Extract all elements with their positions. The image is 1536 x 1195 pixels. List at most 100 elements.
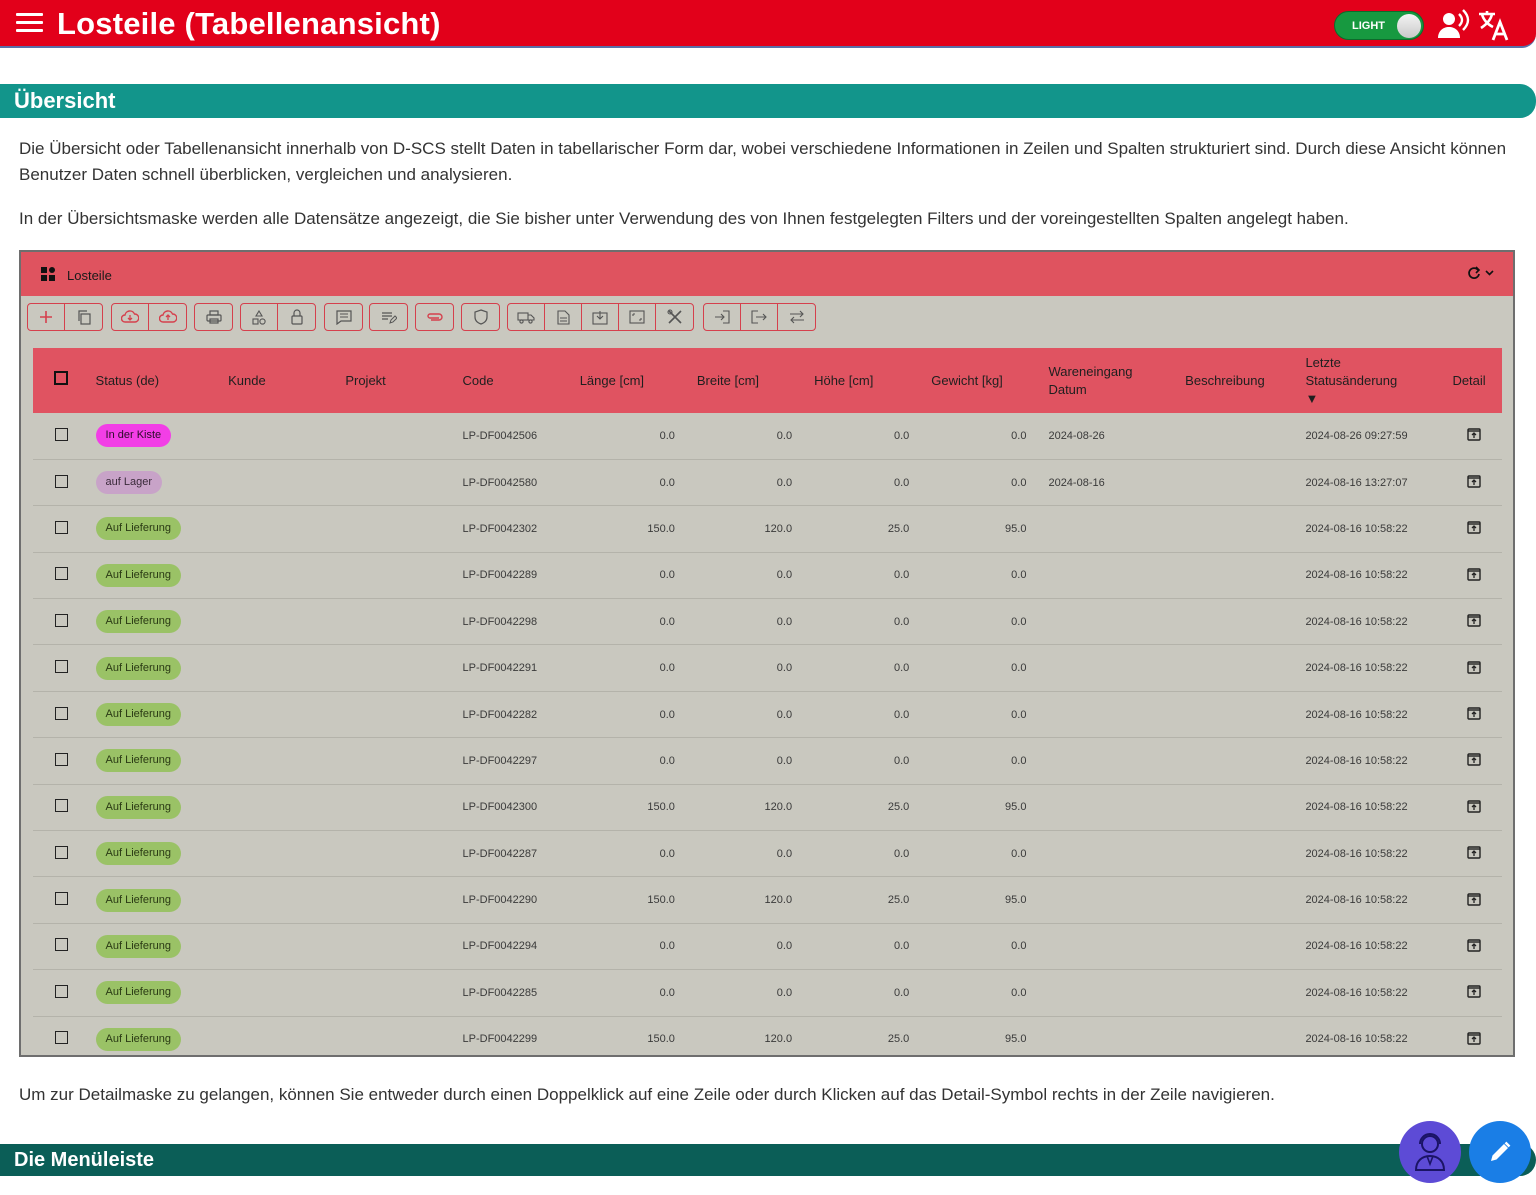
row-checkbox[interactable] [54, 845, 68, 859]
swap-icon [789, 310, 804, 324]
cell-projekt [339, 552, 457, 600]
table-row[interactable]: Auf Lieferung LP-DF0042287 0.0 0.0 0.0 0.0 202… [33, 830, 1502, 878]
column-header-breite[interactable]: Breite [cm] [691, 348, 808, 413]
row-checkbox[interactable] [54, 613, 68, 627]
truck-button[interactable] [508, 304, 545, 330]
open-detail-icon[interactable] [1467, 892, 1481, 906]
cell-code: LP-DF0042506 [456, 413, 574, 460]
row-checkbox[interactable] [54, 752, 68, 766]
voice-icon[interactable] [1437, 8, 1471, 42]
table-row[interactable]: Auf Lieferung LP-DF0042294 0.0 0.0 0.0 0.0 202… [33, 923, 1502, 971]
notes-button[interactable] [370, 304, 407, 330]
status-badge: Auf Lieferung [95, 749, 181, 773]
swap-button[interactable] [778, 304, 815, 330]
import-button[interactable] [582, 304, 619, 330]
table-row[interactable]: Auf Lieferung LP-DF0042302 150.0 120.0 25.0 9… [33, 505, 1502, 553]
comment-button[interactable] [325, 304, 362, 330]
open-detail-icon[interactable] [1467, 752, 1481, 767]
cell-hoehe: 25.0 [808, 784, 926, 832]
lock-button[interactable] [278, 304, 315, 330]
cell-beschreibung [1179, 1016, 1300, 1055]
table-row[interactable]: In der Kiste LP-DF0042506 0.0 0.0 0.0 0.0 2024… [33, 413, 1502, 460]
translate-icon[interactable] [1477, 8, 1511, 42]
cell-letzte-statusaenderung: 2024-08-16 10:58:22 [1299, 923, 1447, 971]
open-detail-icon[interactable] [1467, 1031, 1481, 1045]
shapes-button[interactable] [241, 304, 278, 330]
add-button[interactable] [28, 304, 65, 330]
column-header-code[interactable]: Code [457, 348, 574, 413]
column-header-beschreibung[interactable]: Beschreibung [1179, 348, 1299, 413]
print-button[interactable] [195, 304, 232, 330]
table-row[interactable]: Auf Lieferung LP-DF0042290 150.0 120.0 25.0 9… [33, 876, 1502, 924]
table-row[interactable]: Auf Lieferung LP-DF0042291 0.0 0.0 0.0 0.0 202… [33, 644, 1502, 692]
column-header-laenge[interactable]: Länge [cm] [574, 348, 691, 413]
open-detail-icon[interactable] [1467, 660, 1481, 674]
row-checkbox[interactable] [54, 567, 68, 581]
support-agent-button[interactable] [1399, 1121, 1461, 1183]
row-checkbox[interactable] [54, 474, 68, 488]
copy-button[interactable] [65, 304, 102, 330]
attach-button[interactable] [416, 304, 453, 330]
logout-button[interactable] [741, 304, 778, 330]
column-header-kunde[interactable]: Kunde [222, 348, 339, 413]
table-row[interactable]: Auf Lieferung LP-DF0042299 150.0 120.0 25.0 9… [33, 1016, 1502, 1055]
cell-code: LP-DF0042290 [456, 876, 574, 924]
open-detail-icon[interactable] [1467, 567, 1481, 581]
cell-breite: 0.0 [690, 459, 809, 507]
column-header-projekt[interactable]: Projekt [339, 348, 456, 413]
cell-laenge: 0.0 [573, 923, 691, 971]
column-header-status[interactable]: Status (de) [90, 348, 223, 413]
theme-toggle[interactable]: LIGHT [1334, 11, 1424, 40]
cell-wareneingang [1042, 691, 1180, 739]
cell-projekt [339, 923, 457, 971]
row-checkbox[interactable] [54, 892, 68, 906]
table-row[interactable]: Auf Lieferung LP-DF0042298 0.0 0.0 0.0 0.0 202… [33, 598, 1502, 646]
column-header-letzte-statusaenderung[interactable]: Letzte Statusänderung ▼ [1299, 348, 1446, 413]
cell-laenge: 0.0 [573, 691, 691, 739]
row-checkbox[interactable] [54, 427, 68, 441]
table-row[interactable]: Auf Lieferung LP-DF0042297 0.0 0.0 0.0 0.0 202… [33, 737, 1502, 785]
row-checkbox[interactable] [54, 938, 68, 952]
open-detail-icon[interactable] [1467, 613, 1481, 627]
row-checkbox[interactable] [54, 520, 68, 534]
open-detail-icon[interactable] [1467, 520, 1481, 535]
cloud-download-button[interactable] [112, 304, 149, 330]
row-checkbox[interactable] [54, 799, 68, 813]
shield-icon [473, 309, 488, 325]
frame-button[interactable] [619, 304, 656, 330]
open-detail-icon[interactable] [1467, 799, 1481, 813]
open-detail-icon[interactable] [1467, 845, 1481, 859]
open-detail-icon[interactable] [1467, 706, 1481, 720]
cell-kunde [222, 505, 340, 553]
open-detail-icon[interactable] [1467, 938, 1481, 952]
cell-letzte-statusaenderung: 2024-08-16 10:58:22 [1299, 737, 1447, 785]
row-checkbox[interactable] [54, 984, 68, 998]
open-detail-icon[interactable] [1467, 427, 1481, 442]
menu-icon[interactable] [16, 13, 43, 33]
attachment-icon [426, 313, 443, 321]
table-row[interactable]: Auf Lieferung LP-DF0042300 150.0 120.0 25.0 9… [33, 784, 1502, 832]
table-row[interactable]: auf Lager LP-DF0042580 0.0 0.0 0.0 0.0 2024-08… [33, 459, 1502, 507]
document-button[interactable] [545, 304, 582, 330]
column-header-hoehe[interactable]: Höhe [cm] [808, 348, 925, 413]
row-checkbox[interactable] [54, 1031, 68, 1045]
table-row[interactable]: Auf Lieferung LP-DF0042289 0.0 0.0 0.0 0.0 202… [33, 552, 1502, 600]
login-button[interactable] [704, 304, 741, 330]
open-detail-icon[interactable] [1467, 984, 1481, 999]
row-checkbox[interactable] [54, 706, 68, 720]
cell-letzte-statusaenderung: 2024-08-16 10:58:22 [1299, 1016, 1447, 1055]
tools-button[interactable] [656, 304, 693, 330]
cell-beschreibung [1179, 691, 1300, 739]
edit-fab-button[interactable] [1469, 1121, 1531, 1183]
select-all-checkbox[interactable] [54, 371, 69, 385]
refresh-icon[interactable] [1467, 266, 1495, 280]
shield-button[interactable] [462, 304, 499, 330]
cloud-upload-button[interactable] [149, 304, 186, 330]
open-detail-icon[interactable] [1467, 474, 1481, 488]
column-header-gewicht[interactable]: Gewicht [kg] [925, 348, 1042, 413]
cell-hoehe: 0.0 [808, 552, 926, 600]
row-checkbox[interactable] [54, 660, 68, 674]
column-header-wareneingang[interactable]: Wareneingang Datum [1042, 348, 1179, 413]
table-row[interactable]: Auf Lieferung LP-DF0042282 0.0 0.0 0.0 0.0 202… [33, 691, 1502, 739]
table-row[interactable]: Auf Lieferung LP-DF0042285 0.0 0.0 0.0 0.0 202… [33, 969, 1502, 1017]
